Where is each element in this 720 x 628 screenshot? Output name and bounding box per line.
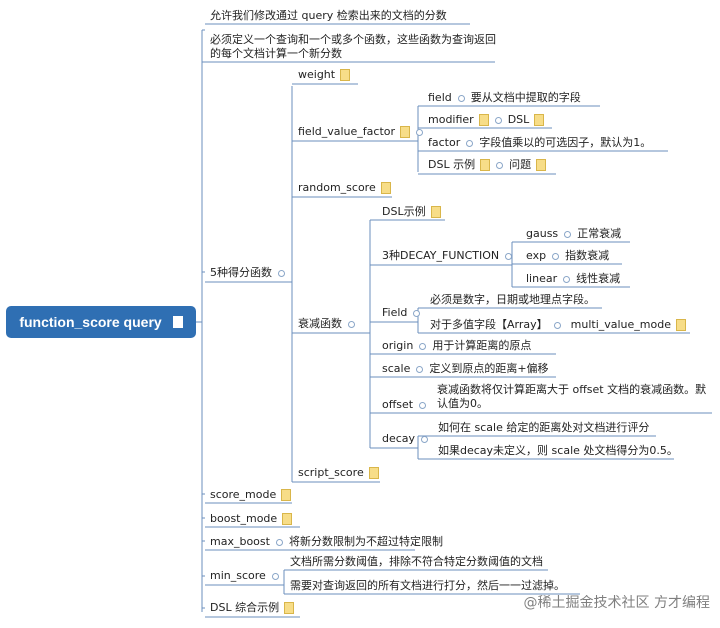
dsl-all-node[interactable]: DSL 综合示例 [210, 601, 295, 615]
scale-node[interactable]: scale 定义到原点的距离+偏移 [382, 362, 549, 376]
decay-field-desc-2[interactable]: 对于多值字段【Array】 multi_value_mode [430, 318, 686, 332]
collapse-dot-icon[interactable] [419, 342, 427, 350]
gauss-node[interactable]: gauss 正常衰减 [526, 227, 621, 241]
collapse-dot-icon[interactable] [348, 320, 355, 328]
watermark: @稀土掘金技术社区 方才编程 [523, 595, 710, 611]
top-desc-1: 允许我们修改通过 query 检索出来的文档的分数 [210, 9, 447, 22]
min-score-desc-2: 需要对查询返回的所有文档进行打分，然后一一过滤掉。 [290, 579, 565, 592]
note-icon [400, 126, 411, 138]
collapse-dot-icon[interactable] [552, 252, 560, 260]
collapse-dot-icon[interactable] [496, 161, 504, 169]
collapse-dot-icon[interactable] [457, 94, 465, 102]
collapse-dot-icon[interactable] [278, 269, 285, 277]
decay-param-node[interactable]: decay [382, 432, 434, 446]
min-score-desc-1: 文档所需分数阈值，排除不符合特定分数阈值的文档 [290, 555, 543, 568]
root-label: function_score query [19, 314, 162, 330]
collapse-dot-icon[interactable] [553, 321, 561, 329]
root-node[interactable]: function_score query [6, 306, 196, 338]
collapse-dot-icon[interactable] [564, 230, 572, 238]
collapse-dot-icon[interactable] [494, 116, 502, 124]
origin-node[interactable]: origin 用于计算距离的原点 [382, 339, 531, 353]
top-desc-2: 必须定义一个查询和一个或多个函数，这些函数为查询返回的每个文档计算一个新分数 [210, 33, 496, 60]
decay-field-desc-1: 必须是数字，日期或地理点字段。 [430, 293, 595, 306]
fvf-modifier-node[interactable]: modifier DSL [428, 113, 545, 127]
collapse-dot-icon[interactable] [563, 275, 571, 283]
note-icon [340, 69, 351, 81]
decay-desc-1: 如何在 scale 给定的距离处对文档进行评分 [438, 421, 650, 434]
note-icon [534, 114, 545, 126]
mind-map: function_score query 允许我们修改通过 query 检索出来… [0, 0, 720, 628]
note-icon [172, 316, 183, 328]
note-icon [282, 513, 293, 525]
offset-node[interactable]: offset [382, 398, 432, 412]
note-icon [368, 467, 379, 479]
min-score-node[interactable]: min_score [210, 569, 285, 583]
collapse-dot-icon[interactable] [466, 139, 474, 147]
collapse-dot-icon[interactable] [413, 309, 421, 317]
note-icon [430, 206, 441, 218]
fvf-node[interactable]: field_value_factor [298, 125, 429, 139]
linear-node[interactable]: linear 线性衰减 [526, 272, 620, 286]
collapse-dot-icon[interactable] [421, 435, 429, 443]
random-score-node[interactable]: random_score [298, 181, 391, 195]
offset-desc: 衰减函数将仅计算距离大于 offset 文档的衰减函数。默认值为0。 [437, 383, 707, 410]
note-icon [478, 114, 489, 126]
three-decay-node[interactable]: 3种DECAY_FUNCTION [382, 249, 518, 263]
collapse-dot-icon[interactable] [275, 538, 283, 546]
note-icon [676, 319, 686, 331]
note-icon [536, 159, 547, 171]
collapse-dot-icon[interactable] [271, 572, 279, 580]
exp-node[interactable]: exp 指数衰减 [526, 249, 609, 263]
script-score-node[interactable]: script_score [298, 466, 379, 480]
fvf-dsl-node[interactable]: DSL 示例 问题 [428, 158, 547, 172]
note-icon [480, 159, 491, 171]
decay-dsl-example-node[interactable]: DSL示例 [382, 205, 441, 219]
note-icon [284, 602, 295, 614]
fvf-field-node[interactable]: field 要从文档中提取的字段 [428, 91, 581, 105]
collapse-dot-icon[interactable] [416, 365, 424, 373]
weight-node[interactable]: weight [298, 68, 351, 82]
collapse-dot-icon[interactable] [419, 401, 427, 409]
fvf-factor-node[interactable]: factor 字段值乘以的可选因子，默认为1。 [428, 136, 651, 150]
note-icon [380, 182, 391, 194]
collapse-dot-icon[interactable] [505, 252, 513, 260]
decay-desc-2: 如果decay未定义，则 scale 处文档得分为0.5。 [438, 444, 678, 457]
decay-field-node[interactable]: Field [382, 306, 426, 320]
boost-mode-node[interactable]: boost_mode [210, 512, 293, 526]
note-icon [281, 489, 292, 501]
decay-functions-node[interactable]: 衰减函数 [298, 317, 361, 331]
five-functions-node[interactable]: 5种得分函数 [210, 266, 291, 280]
collapse-dot-icon[interactable] [416, 128, 424, 136]
score-mode-node[interactable]: score_mode [210, 488, 292, 502]
max-boost-node[interactable]: max_boost 将新分数限制为不超过特定限制 [210, 535, 443, 549]
